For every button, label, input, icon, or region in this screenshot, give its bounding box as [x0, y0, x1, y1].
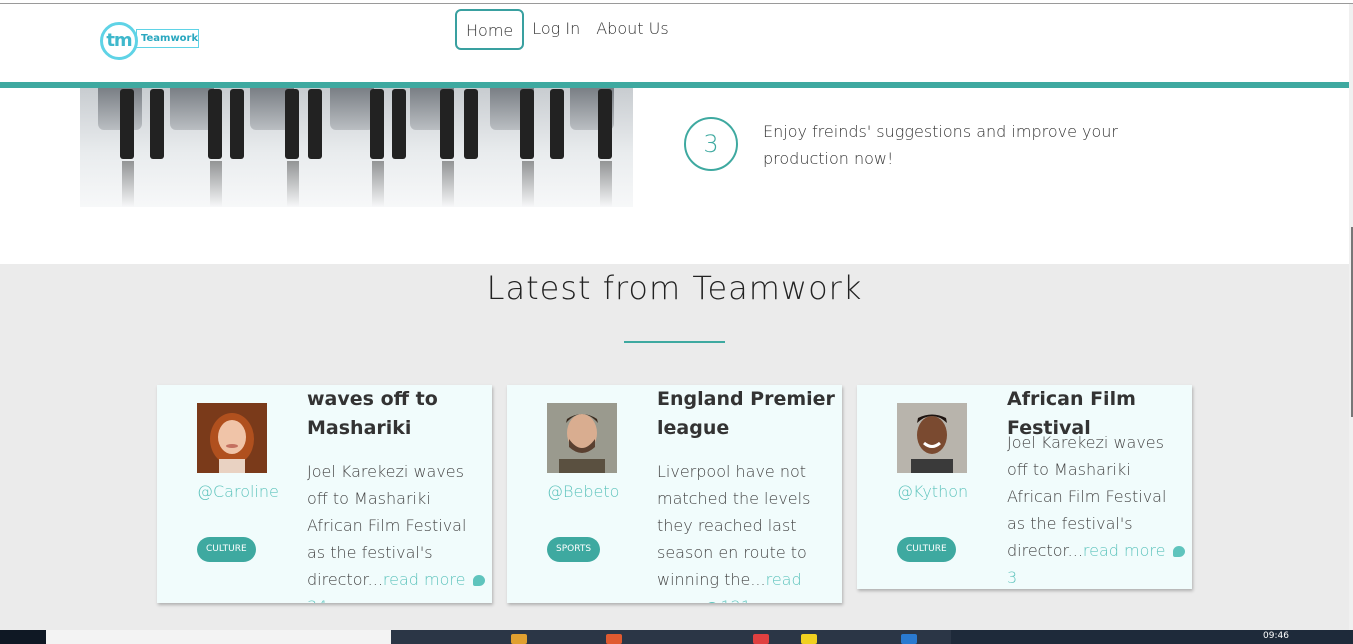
title-underline	[624, 341, 725, 343]
taskbar-apps	[391, 630, 951, 644]
step-number-badge: 3	[684, 117, 738, 171]
post-excerpt: Joel Karekezi waves off to Mashariki Afr…	[1007, 429, 1189, 589]
taskbar-app-icon[interactable]	[901, 634, 917, 644]
author-handle[interactable]: @Kython	[897, 482, 968, 501]
author-handle[interactable]: @Bebeto	[547, 482, 619, 501]
comment-count[interactable]: 121	[720, 597, 751, 603]
author-handle[interactable]: @Caroline	[197, 482, 279, 501]
meeting-photo	[80, 88, 633, 207]
os-taskbar: 09:46	[0, 630, 1353, 644]
category-badge[interactable]: CULTURE	[897, 537, 956, 562]
comment-bubble-icon	[1173, 546, 1186, 557]
taskbar-search-box[interactable]	[46, 630, 391, 644]
brand-logo[interactable]: tm Teamwork	[100, 22, 200, 62]
logo-text: Teamwork	[136, 29, 199, 48]
main-nav: Home Log In About Us	[455, 9, 677, 50]
taskbar-clock[interactable]: 09:46	[1263, 631, 1289, 641]
step-description: Enjoy freinds' suggestions and improve y…	[763, 122, 1118, 168]
taskbar-app-icon[interactable]	[511, 634, 527, 644]
logo-mark: tm	[100, 22, 138, 60]
windows-start-icon[interactable]	[0, 630, 46, 644]
taskbar-app-icon[interactable]	[753, 634, 769, 644]
nav-about-link[interactable]: About Us	[588, 9, 676, 50]
taskbar-app-icon[interactable]	[801, 634, 817, 644]
read-more-link[interactable]: read more	[383, 570, 466, 589]
post-card: @Kython CULTURE African Film Festival Jo…	[857, 385, 1192, 589]
comment-count[interactable]: 34	[307, 597, 327, 603]
taskbar-app-icon[interactable]	[606, 634, 622, 644]
read-more-link[interactable]: read more	[1083, 541, 1166, 560]
latest-section: Latest from Teamwork @Caroline CULTURE w…	[0, 264, 1349, 630]
post-excerpt: Liverpool have not matched the levels th…	[657, 458, 839, 603]
post-excerpt: Joel Karekezi waves off to Mashariki Afr…	[307, 458, 489, 603]
category-badge[interactable]: CULTURE	[197, 537, 256, 562]
post-title[interactable]: England Premier league	[657, 385, 837, 443]
post-card: @Caroline CULTURE waves off to Mashariki…	[157, 385, 492, 603]
comment-bubble-icon	[473, 575, 486, 586]
avatar[interactable]	[897, 403, 967, 473]
post-title[interactable]: waves off to Mashariki	[307, 385, 487, 443]
avatar[interactable]	[547, 403, 617, 473]
avatar[interactable]	[197, 403, 267, 473]
navbar: tm Teamwork Home Log In About Us	[0, 4, 1349, 82]
page: tm Teamwork Home Log In About Us 3 Enjoy…	[0, 0, 1353, 644]
nav-login-link[interactable]: Log In	[524, 9, 588, 50]
post-card: @Bebeto SPORTS England Premier league Li…	[507, 385, 842, 603]
nav-home-link[interactable]: Home	[455, 9, 525, 50]
comment-count[interactable]: 3	[1007, 568, 1017, 587]
latest-title: Latest from Teamwork	[486, 269, 863, 307]
category-badge[interactable]: SPORTS	[547, 537, 601, 562]
comment-bubble-icon	[706, 602, 719, 603]
